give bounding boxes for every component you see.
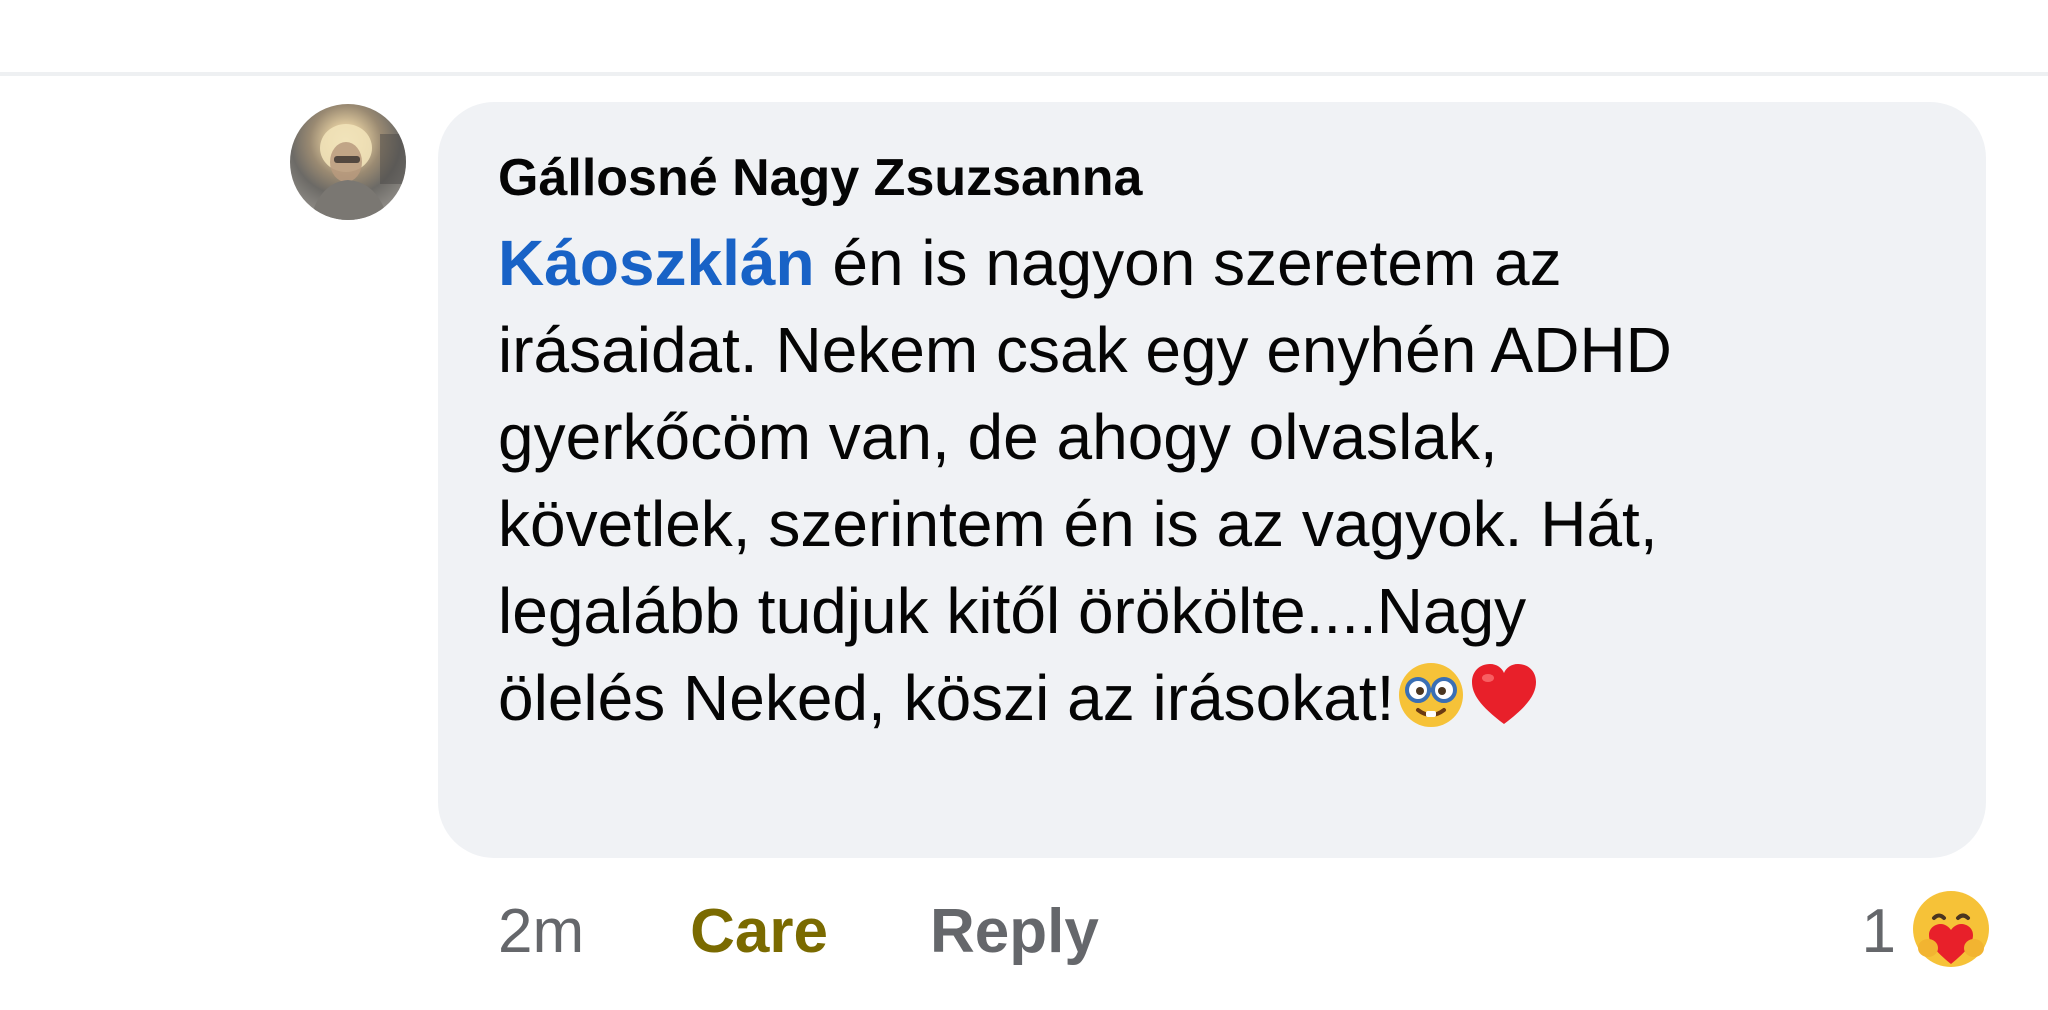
- comment-line-5: legalább tudjuk kitől örökölte....Nagy: [498, 575, 1527, 647]
- comment-line-3: gyerkőcöm van, de ahogy olvaslak,: [498, 401, 1498, 473]
- divider: [0, 72, 2048, 76]
- comment-line-text: én is nagyon szeretem az: [814, 227, 1562, 299]
- comment-line-1: Káoszklán én is nagyon szeretem az: [498, 220, 1938, 307]
- avatar[interactable]: [290, 104, 406, 220]
- care-button[interactable]: Care: [690, 896, 828, 967]
- comment-bubble: Gállosné Nagy Zsuzsanna Káoszklán én is …: [438, 102, 1986, 858]
- comment-line-2: irásaidat. Nekem csak egy enyhén ADHD: [498, 314, 1672, 386]
- reaction-count: 1: [1861, 896, 1896, 966]
- mention-link[interactable]: Káoszklán: [498, 227, 815, 299]
- reaction-summary[interactable]: 1: [1862, 886, 1992, 976]
- comment-line-4: követlek, szerintem én is az vagyok. Hát…: [498, 488, 1658, 560]
- care-reaction-icon: [1910, 888, 1992, 975]
- comment-text: Káoszklán én is nagyon szeretem az irása…: [498, 220, 1938, 742]
- comment-view: Gállosné Nagy Zsuzsanna Káoszklán én is …: [0, 0, 2048, 1010]
- comment-actions: 2m Care Reply: [498, 886, 1099, 976]
- comment-line-text: ölelés Neked, köszi az irásokat!: [498, 662, 1395, 734]
- avatar-image: [310, 124, 406, 220]
- comment-author[interactable]: Gállosné Nagy Zsuzsanna: [498, 146, 1938, 210]
- red-heart-emoji: [1468, 660, 1540, 752]
- reply-button[interactable]: Reply: [930, 896, 1099, 967]
- nerd-face-emoji: [1396, 660, 1466, 752]
- comment-timestamp[interactable]: 2m: [498, 896, 584, 967]
- comment-line-6: ölelés Neked, köszi az irásokat!: [498, 655, 1938, 742]
